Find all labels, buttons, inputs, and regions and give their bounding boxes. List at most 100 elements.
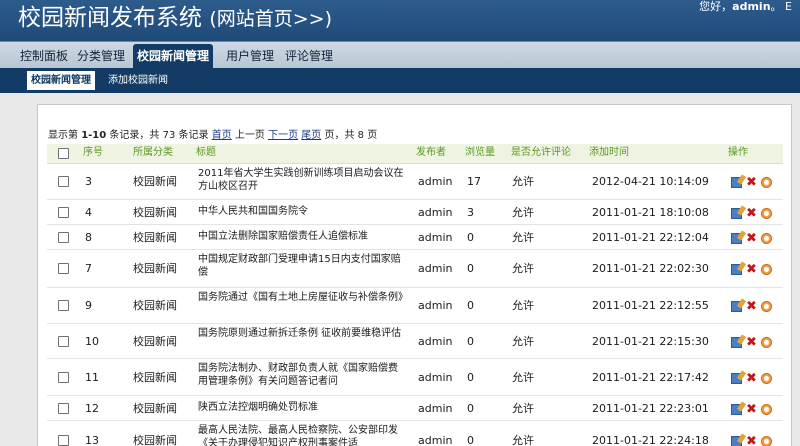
edit-icon[interactable] (731, 373, 742, 384)
view-icon[interactable] (761, 177, 772, 188)
edit-icon[interactable] (731, 233, 742, 244)
column-header-category: 所属分类 (133, 147, 173, 158)
row-checkbox[interactable] (58, 232, 69, 243)
row-views: 3 (467, 206, 474, 219)
table-row[interactable]: 12 校园新闻 陕西立法控烟明确处罚标准 admin 0 允许 2011-01-21 22:… (47, 396, 783, 421)
row-allow-comment: 允许 (512, 371, 534, 384)
edit-icon[interactable] (731, 301, 742, 312)
select-all-checkbox[interactable] (58, 148, 69, 159)
delete-icon[interactable]: ✖ (746, 232, 757, 245)
row-author: admin (418, 175, 453, 188)
table-row[interactable]: 11 校园新闻 国务院法制办、财政部负责人就《国家赔偿费用管理条例》有关问题答记者问… (47, 359, 783, 396)
table-row[interactable]: 9 校园新闻 国务院通过《国有土地上房屋征收与补偿条例》 admin 0 允许 2011-0… (47, 288, 783, 324)
row-author: admin (418, 299, 453, 312)
delete-icon[interactable]: ✖ (746, 435, 757, 446)
nav-item-users[interactable]: 用户管理 (222, 46, 278, 68)
pager-records-mid: 条记录，共 (109, 130, 160, 141)
delete-icon[interactable]: ✖ (746, 263, 757, 276)
column-header-views: 浏览量 (465, 147, 495, 158)
table-row[interactable]: 13 校园新闻 最高人民法院、最高人民检察院、公安部印发《关于办理侵犯知识产权刑事案… (47, 421, 783, 446)
row-checkbox[interactable] (58, 372, 69, 383)
column-header-allow-comment: 是否允许评论 (511, 147, 571, 158)
row-title: 中国规定财政部门受理申请15日内支付国家赔偿 (198, 254, 401, 278)
row-allow-comment: 允许 (512, 335, 534, 348)
pager-next-link[interactable]: 下一页 (268, 130, 298, 141)
row-allow-comment: 允许 (512, 402, 534, 415)
edit-icon[interactable] (731, 404, 742, 415)
row-views: 0 (467, 434, 474, 446)
nav-item-news[interactable]: 校园新闻管理 (133, 44, 214, 69)
site-title: 校园新闻发布系统 (网站首页>>) (18, 3, 332, 34)
row-id: 7 (85, 262, 92, 275)
sub-nav: 校园新闻管理 添加校园新闻 (0, 68, 800, 93)
row-id: 9 (85, 299, 92, 312)
row-checkbox[interactable] (58, 336, 69, 347)
view-icon[interactable] (761, 208, 772, 219)
edit-icon[interactable] (731, 208, 742, 219)
delete-icon[interactable]: ✖ (746, 336, 757, 349)
row-allow-comment: 允许 (512, 299, 534, 312)
row-id: 11 (85, 371, 99, 384)
row-checkbox[interactable] (58, 403, 69, 414)
row-id: 12 (85, 402, 99, 415)
column-header-actions: 操作 (728, 147, 748, 158)
home-link[interactable]: (网站首页>>) (209, 8, 332, 30)
row-title: 最高人民法院、最高人民检察院、公安部印发《关于办理侵犯知识产权刑事案件适 (198, 425, 398, 446)
nav-item-dashboard[interactable]: 控制面板 (16, 46, 72, 68)
pager-records-suffix: 条记录 (178, 130, 209, 141)
row-category: 校园新闻 (133, 175, 177, 188)
table-row[interactable]: 8 校园新闻 中国立法删除国家赔偿责任人追偿标准 admin 0 允许 2011-01-21… (47, 225, 783, 250)
row-checkbox[interactable] (58, 300, 69, 311)
view-icon[interactable] (761, 301, 772, 312)
edit-icon[interactable] (731, 177, 742, 188)
row-category: 校园新闻 (133, 231, 177, 244)
row-views: 0 (467, 402, 474, 415)
delete-icon[interactable]: ✖ (746, 403, 757, 416)
row-checkbox[interactable] (58, 176, 69, 187)
table-row[interactable]: 3 校园新闻 2011年省大学生实践创新训练项目启动会议在方山校区召开 admin 17… (47, 164, 783, 200)
column-header-time: 添加时间 (589, 147, 629, 158)
delete-icon[interactable]: ✖ (746, 372, 757, 385)
view-icon[interactable] (761, 404, 772, 415)
row-checkbox[interactable] (58, 263, 69, 274)
subnav-item-news-manage[interactable]: 校园新闻管理 (27, 71, 95, 90)
nav-item-comments[interactable]: 评论管理 (281, 46, 337, 68)
table-row[interactable]: 7 校园新闻 中国规定财政部门受理申请15日内支付国家赔偿 admin 0 允许 2011-… (47, 250, 783, 288)
delete-icon[interactable]: ✖ (746, 176, 757, 189)
delete-icon[interactable]: ✖ (746, 300, 757, 313)
row-id: 8 (85, 231, 92, 244)
view-icon[interactable] (761, 233, 772, 244)
pagination: 显示第 1-10 条记录，共 73 条记录 首页 上一页 下一页 尾页 页，共 … (48, 130, 377, 142)
view-icon[interactable] (761, 264, 772, 275)
row-checkbox[interactable] (58, 435, 69, 446)
row-allow-comment: 允许 (512, 262, 534, 275)
view-icon[interactable] (761, 373, 772, 384)
user-box: 您好，admin。 E (699, 0, 792, 14)
nav-item-categories[interactable]: 分类管理 (73, 46, 129, 68)
edit-icon[interactable] (731, 436, 742, 446)
row-author: admin (418, 262, 453, 275)
pager-range: 1-10 (81, 130, 107, 141)
table-row[interactable]: 4 校园新闻 中华人民共和国国务院令 admin 3 允许 2011-01-21 18:10… (47, 200, 783, 225)
row-time: 2011-01-21 22:02:30 (592, 262, 709, 275)
row-title: 国务院通过《国有土地上房屋征收与补偿条例》 (198, 292, 408, 303)
delete-icon[interactable]: ✖ (746, 207, 757, 220)
view-icon[interactable] (761, 436, 772, 446)
row-category: 校园新闻 (133, 402, 177, 415)
edit-icon[interactable] (731, 264, 742, 275)
row-allow-comment: 允许 (512, 206, 534, 219)
row-time: 2011-01-21 22:23:01 (592, 402, 709, 415)
subnav-item-add-news[interactable]: 添加校园新闻 (104, 71, 172, 90)
row-views: 0 (467, 371, 474, 384)
row-category: 校园新闻 (133, 335, 177, 348)
row-time: 2011-01-21 22:17:42 (592, 371, 709, 384)
row-time: 2011-01-21 22:24:18 (592, 434, 709, 446)
pager-first-link[interactable]: 首页 (212, 130, 232, 141)
username-suffix: 。 E (770, 0, 792, 13)
pager-last-link[interactable]: 尾页 (301, 130, 321, 141)
view-icon[interactable] (761, 337, 772, 348)
edit-icon[interactable] (731, 337, 742, 348)
row-time: 2011-01-21 22:15:30 (592, 335, 709, 348)
table-row[interactable]: 10 校园新闻 国务院原则通过新拆迁条例 征收前要维稳评估 admin 0 允许 2011-… (47, 324, 783, 359)
row-checkbox[interactable] (58, 207, 69, 218)
